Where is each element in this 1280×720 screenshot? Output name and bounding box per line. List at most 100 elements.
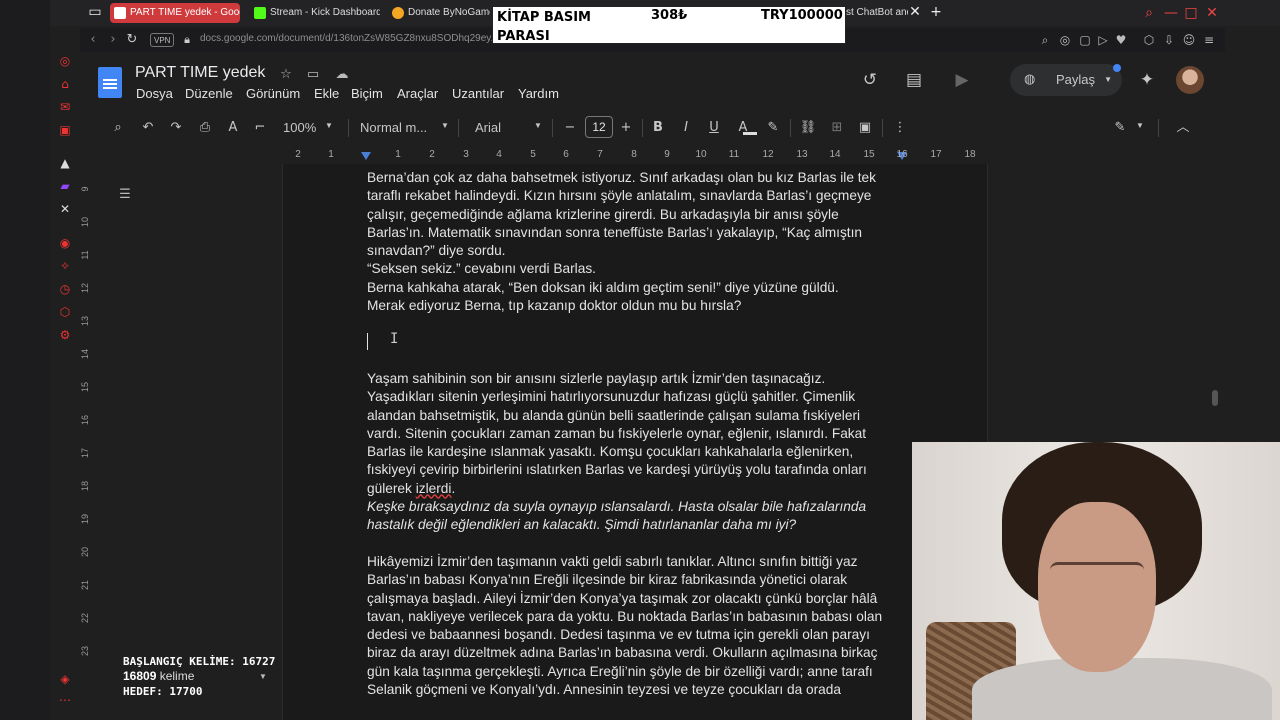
paragraph-fiskiye[interactable]: Yaşam sahibinin son bir anısını sizlerle… (367, 370, 912, 535)
underline-icon[interactable]: U (704, 118, 724, 138)
text-color-icon[interactable]: A (733, 118, 753, 138)
close-tab-icon[interactable]: ✕ (906, 3, 924, 21)
move-folder-icon[interactable]: ▭ (304, 66, 322, 84)
more-options-icon[interactable]: ⋮ (890, 118, 910, 138)
cloud-icon[interactable]: ☁ (333, 66, 351, 84)
history-icon[interactable]: ◷ (58, 282, 72, 296)
profile-icon[interactable]: ☺ (1180, 31, 1198, 49)
ruler-number: 13 (796, 149, 808, 160)
document-title[interactable]: PART TIME yedek (135, 64, 265, 82)
spellcheck-icon[interactable]: A (223, 118, 243, 138)
zoom-select[interactable]: 100% (283, 120, 316, 135)
collapse-menus-icon[interactable]: ︿ (1173, 118, 1193, 138)
paint-format-icon[interactable]: ⌐ (250, 118, 270, 138)
ruler-number: 10 (695, 149, 707, 160)
player-icon[interactable]: ◉ (58, 236, 72, 250)
paragraph-tasinma[interactable]: Hikâyemizi İzmir’den taşımanın vakti gel… (367, 553, 912, 699)
print-icon[interactable]: ⎙ (195, 118, 215, 138)
x-icon[interactable]: ✕ (58, 202, 72, 216)
more-icon[interactable]: ⋯ (58, 693, 72, 707)
zoom-icon[interactable]: ⌕ (1036, 31, 1054, 49)
avatar[interactable] (1176, 66, 1204, 94)
vpn-badge[interactable]: VPN (150, 33, 175, 47)
font-size-input[interactable]: 12 (585, 116, 613, 138)
menu-view[interactable]: Görünüm (246, 86, 300, 101)
settings-icon[interactable]: ⚙ (58, 328, 72, 342)
redo-icon[interactable]: ↷ (166, 118, 186, 138)
menu-extensions[interactable]: Uzantılar (452, 86, 504, 101)
share-button[interactable]: ◍ Paylaş ▼ (1010, 64, 1122, 96)
twitch-icon[interactable]: ▰ (58, 179, 72, 193)
tab-chatbot-title: st ChatBot and (846, 7, 908, 18)
insert-image-icon[interactable]: ▣ (855, 118, 875, 138)
tab-docs[interactable]: PART TIME yedek - Goog (110, 3, 240, 23)
word-count-caret-icon[interactable]: ▼ (259, 672, 267, 681)
text-line: Hikâyemizi İzmir’den taşımanın vakti gel… (367, 554, 858, 569)
back-icon[interactable]: ‹ (84, 31, 102, 49)
increase-font-icon[interactable]: + (616, 118, 636, 138)
text-cursor (367, 333, 368, 350)
snapshot-icon[interactable]: ▢ (1076, 31, 1094, 49)
bold-icon[interactable]: B (648, 118, 668, 138)
document-outline-icon[interactable]: ☰ (117, 187, 133, 203)
menu-tools[interactable]: Araçlar (397, 86, 438, 101)
gemini-icon[interactable]: ✦ (1135, 68, 1159, 92)
forward-icon[interactable]: › (104, 31, 122, 49)
style-select[interactable]: Normal m... (360, 120, 427, 135)
star-icon[interactable]: ☆ (277, 66, 295, 84)
vertical-ruler[interactable]: 9 10 11 12 13 14 15 16 17 18 19 20 21 22… (76, 170, 94, 710)
lock-icon[interactable]: 🔒︎ (178, 31, 196, 49)
close-window-icon[interactable]: ✕ (1203, 4, 1221, 22)
add-comment-icon[interactable]: ⊞ (827, 118, 847, 138)
tab-donate[interactable]: Donate ByNoGame - (388, 3, 490, 23)
extensions-puzzle-icon[interactable]: ⬡ (1140, 31, 1158, 49)
link-icon[interactable]: ⛓ (798, 118, 818, 138)
url-field[interactable]: docs.google.com/document/d/136tonZsW85GZ… (200, 33, 499, 44)
menu-insert[interactable]: Ekle (314, 86, 339, 101)
ruler-number: 14 (80, 349, 90, 360)
version-history-icon[interactable]: ↺ (858, 68, 882, 92)
highlight-icon[interactable]: ✎ (763, 118, 783, 138)
spellcheck-word[interactable]: izlerdi (416, 481, 452, 496)
reload-icon[interactable]: ↻ (123, 31, 141, 49)
font-select[interactable]: Arial (475, 120, 501, 135)
search-menus-icon[interactable]: ⌕ (108, 118, 128, 138)
scrollbar-thumb[interactable] (1212, 390, 1218, 406)
horizontal-ruler[interactable]: 2 1 1 2 3 4 5 6 7 8 9 10 11 12 13 14 15 … (280, 148, 990, 164)
meet-icon[interactable]: ▶ (950, 68, 974, 92)
menu-help[interactable]: Yardım (518, 86, 559, 101)
menu-icon[interactable]: ≡ (1200, 31, 1218, 49)
play-icon[interactable]: ▷ (1094, 31, 1112, 49)
editing-mode-icon[interactable]: ✎ (1110, 118, 1130, 138)
minimize-icon[interactable]: — (1162, 4, 1180, 22)
undo-icon[interactable]: ↶ (138, 118, 158, 138)
italic-icon[interactable]: I (676, 118, 696, 138)
download-icon[interactable]: ⇩ (1160, 31, 1178, 49)
comments-icon[interactable]: ▤ (902, 68, 926, 92)
maps-icon[interactable]: ▣ (58, 123, 72, 137)
lens-icon[interactable]: ◎ (1056, 31, 1074, 49)
paragraph-berna[interactable]: Berna’dan çok az daha bahsetmek istiyoru… (367, 169, 912, 315)
extensions-icon[interactable]: ⬡ (58, 305, 72, 319)
new-tab-icon[interactable]: + (927, 3, 945, 21)
left-indent-marker[interactable] (361, 152, 371, 160)
app-icon[interactable]: ▲ (58, 156, 72, 170)
shopping-icon[interactable]: ⌂ (58, 77, 72, 91)
workspaces-icon[interactable]: ▭ (86, 3, 104, 21)
search-tabs-icon[interactable]: ⌕ (1140, 4, 1158, 22)
pin-icon[interactable]: ✧ (58, 259, 72, 273)
word-count-widget[interactable]: 16809 kelime (123, 669, 275, 684)
tab-kick[interactable]: Stream - Kick Dashboard (250, 3, 380, 23)
messenger-icon[interactable]: ✉ (58, 100, 72, 114)
ai-icon[interactable]: ◎ (58, 54, 72, 68)
maximize-icon[interactable]: □ (1182, 4, 1200, 22)
menu-edit[interactable]: Düzenle (185, 86, 233, 101)
menu-format[interactable]: Biçim (351, 86, 383, 101)
ruler-number: 9 (664, 149, 670, 160)
decrease-font-icon[interactable]: − (560, 118, 580, 138)
docs-logo-icon[interactable] (98, 67, 122, 98)
gx-icon[interactable]: ◈ (58, 672, 72, 686)
menu-file[interactable]: Dosya (136, 86, 173, 101)
notification-dot (1113, 64, 1121, 72)
heart-icon[interactable]: ♥ (1112, 31, 1130, 49)
